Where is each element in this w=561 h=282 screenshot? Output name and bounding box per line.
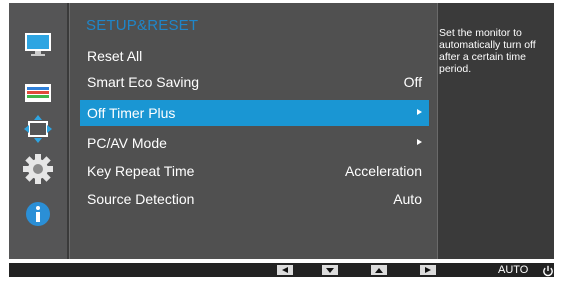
color-icon[interactable] [9, 75, 67, 111]
arrow-left-icon [282, 267, 288, 273]
menu-item-value: Auto [393, 191, 422, 207]
arrow-down-icon [326, 267, 334, 273]
arrow-right-icon [425, 267, 431, 273]
menu-title: SETUP&RESET [86, 17, 199, 34]
menu-item-off-timer-plus[interactable]: Off Timer Plus [80, 100, 429, 126]
left-arrow-button[interactable] [277, 265, 293, 275]
menu-item-pc-av-mode[interactable]: PC/AV Mode [80, 130, 429, 156]
picture-icon[interactable] [9, 27, 67, 63]
bottom-button-bar: AUTO [9, 263, 554, 277]
menu-item-label: Smart Eco Saving [87, 74, 200, 90]
arrow-up-icon [375, 267, 383, 273]
menu-item-label: Source Detection [87, 191, 195, 207]
menu-item-label: Reset All [87, 48, 143, 64]
auto-button[interactable]: AUTO [498, 263, 528, 277]
menu-item-smart-eco-saving[interactable]: Smart Eco Saving Off [80, 69, 429, 95]
menu-item-label: Off Timer Plus [87, 105, 176, 121]
sidebar [9, 3, 67, 259]
menu-item-reset-all[interactable]: Reset All [80, 43, 429, 69]
size-position-icon[interactable] [9, 111, 67, 147]
menu-panel: SETUP&RESET Reset All Smart Eco Saving O… [69, 3, 438, 259]
menu-item-label: PC/AV Mode [87, 135, 167, 151]
information-icon[interactable] [9, 196, 67, 232]
setup-reset-icon[interactable] [9, 151, 67, 187]
menu-item-label: Key Repeat Time [87, 163, 195, 179]
right-arrow-button[interactable] [420, 265, 436, 275]
up-arrow-button[interactable] [371, 265, 387, 275]
menu-item-value: Acceleration [344, 163, 422, 179]
chevron-right-icon [417, 139, 422, 145]
menu-item-value: Off [403, 74, 422, 90]
help-text: Set the monitor to automatically turn of… [439, 27, 536, 75]
menu-item-key-repeat-time[interactable]: Key Repeat Time Acceleration [80, 158, 429, 184]
down-arrow-button[interactable] [322, 265, 338, 275]
power-icon[interactable] [542, 264, 554, 282]
chevron-right-icon [417, 109, 422, 115]
menu-item-source-detection[interactable]: Source Detection Auto [80, 186, 429, 212]
